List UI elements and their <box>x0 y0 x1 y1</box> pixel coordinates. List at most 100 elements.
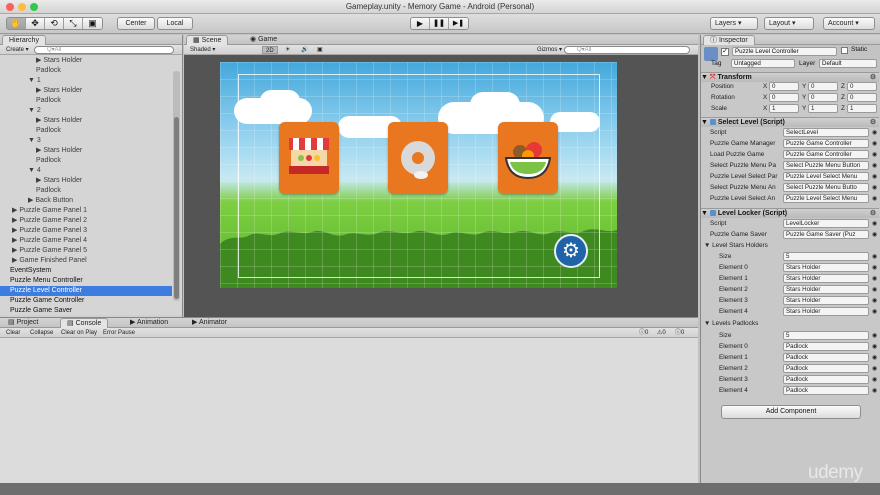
game-canvas[interactable]: ⚙ <box>220 62 617 288</box>
hierarchy-item[interactable]: ▶ Puzzle Game Panel 3 <box>0 226 172 236</box>
console-log-area[interactable] <box>0 338 698 483</box>
object-picker-icon[interactable]: ◉ <box>872 285 877 295</box>
shading-dropdown[interactable]: Shaded ▾ <box>187 46 257 54</box>
rect-icon[interactable]: ▣ <box>83 18 102 29</box>
object-picker-icon[interactable]: ◉ <box>872 150 877 160</box>
collapse-toggle[interactable]: Collapse <box>27 329 56 337</box>
object-picker-icon[interactable]: ◉ <box>872 307 877 317</box>
transform-rotation-y-field[interactable]: 0 <box>808 93 838 102</box>
object-reference-field[interactable]: Stars Holder <box>783 307 869 316</box>
object-picker-icon[interactable]: ◉ <box>872 263 877 273</box>
layers-dropdown[interactable]: Layers ▾ <box>710 17 758 30</box>
object-reference-field[interactable]: Stars Holder <box>783 263 869 272</box>
hierarchy-item[interactable]: ▶ Puzzle Game Panel 5 <box>0 246 172 256</box>
transform-rotation-z-field[interactable]: 0 <box>847 93 877 102</box>
tab-console[interactable]: ▤ Console <box>60 318 109 328</box>
level-locker-header[interactable]: ▼ Level Locker (Script) ⚙ <box>701 208 879 218</box>
object-reference-field[interactable]: Padlock <box>783 342 869 351</box>
object-reference-field[interactable]: LevelLocker <box>783 219 869 228</box>
clear-on-play-toggle[interactable]: Clear on Play <box>58 329 100 337</box>
object-picker-icon[interactable]: ◉ <box>872 375 877 385</box>
scale-icon[interactable]: ⤡ <box>64 18 83 29</box>
error-pause-toggle[interactable]: Error Pause <box>100 329 138 337</box>
message-count-toggle[interactable]: ⓘ0 <box>672 329 687 337</box>
hierarchy-item[interactable]: ▶ Puzzle Game Panel 2 <box>0 216 172 226</box>
object-picker-icon[interactable]: ◉ <box>872 342 877 352</box>
hand-icon[interactable]: ✋ <box>7 18 26 29</box>
object-picker-icon[interactable]: ◉ <box>872 386 877 396</box>
gear-icon[interactable]: ⚙ <box>869 119 877 127</box>
object-reference-field[interactable]: Stars Holder <box>783 296 869 305</box>
tab-animation[interactable]: ▶ Animation <box>124 318 174 328</box>
gear-icon[interactable]: ⚙ <box>869 210 877 218</box>
create-button[interactable]: Create ▾ <box>3 46 32 54</box>
hierarchy-item[interactable]: ▼ 2 <box>0 106 172 116</box>
move-icon[interactable]: ✥ <box>26 18 45 29</box>
object-reference-field[interactable]: Select Puzzle Menu Button <box>783 161 869 170</box>
object-picker-icon[interactable]: ◉ <box>872 274 877 284</box>
level-card-fruit-bowl[interactable] <box>498 122 558 194</box>
hierarchy-search-input[interactable]: Q▾All <box>34 46 174 54</box>
hierarchy-item[interactable]: ▶ Stars Holder <box>0 176 172 186</box>
layer-dropdown[interactable]: Default <box>819 59 877 68</box>
hierarchy-item[interactable]: Padlock <box>0 96 172 106</box>
transform-scale-x-field[interactable]: 1 <box>769 104 799 113</box>
tag-dropdown[interactable]: Untagged <box>731 59 795 68</box>
audio-icon[interactable]: 🔊 <box>298 46 311 54</box>
object-reference-field[interactable]: Puzzle Game Controller <box>783 150 869 159</box>
transform-position-x-field[interactable]: 0 <box>769 82 799 91</box>
play-icon[interactable]: ▶ <box>411 18 430 29</box>
transform-rotation-x-field[interactable]: 0 <box>769 93 799 102</box>
object-reference-field[interactable]: Stars Holder <box>783 274 869 283</box>
hierarchy-item[interactable]: ▶ Stars Holder <box>0 86 172 96</box>
hierarchy-item[interactable]: ▼ 4 <box>0 166 172 176</box>
object-picker-icon[interactable]: ◉ <box>872 183 877 193</box>
object-reference-field[interactable]: Padlock <box>783 386 869 395</box>
settings-button[interactable]: ⚙ <box>554 234 588 268</box>
hierarchy-item[interactable]: Puzzle Game Controller <box>0 296 172 306</box>
object-reference-field[interactable]: Select Puzzle Menu Butto <box>783 183 869 192</box>
scene-search-input[interactable]: Q▾All <box>564 46 690 54</box>
hierarchy-scrollbar-thumb[interactable] <box>174 117 179 299</box>
gizmos-dropdown[interactable]: Gizmos ▾ <box>534 46 565 54</box>
object-picker-icon[interactable]: ◉ <box>872 353 877 363</box>
hierarchy-item[interactable]: ▶ Stars Holder <box>0 146 172 156</box>
tab-inspector[interactable]: ⓘ Inspector <box>703 35 755 45</box>
object-picker-icon[interactable]: ◉ <box>872 296 877 306</box>
select-level-header[interactable]: ▼ Select Level (Script) ⚙ <box>701 117 879 127</box>
level-card-shop[interactable] <box>279 122 339 194</box>
hierarchy-item[interactable]: EventSystem <box>0 266 172 276</box>
pause-icon[interactable]: ❚❚ <box>430 18 449 29</box>
hierarchy-item[interactable]: ▼ 3 <box>0 136 172 146</box>
effects-icon[interactable]: ▣ <box>314 46 326 54</box>
object-reference-field[interactable]: 5 <box>783 252 869 261</box>
account-dropdown[interactable]: Account ▾ <box>823 17 875 30</box>
hierarchy-item[interactable]: Padlock <box>0 186 172 196</box>
object-picker-icon[interactable]: ◉ <box>872 161 877 171</box>
hierarchy-item[interactable]: ▶ Stars Holder <box>0 56 172 66</box>
object-reference-field[interactable]: Padlock <box>783 353 869 362</box>
add-component-button[interactable]: Add Component <box>721 405 861 419</box>
step-icon[interactable]: ▶❚ <box>449 18 468 29</box>
minimize-window-button[interactable] <box>18 3 26 11</box>
object-picker-icon[interactable]: ◉ <box>872 331 877 341</box>
object-picker-icon[interactable]: ◉ <box>872 252 877 262</box>
tab-scene[interactable]: ▦ Scene <box>186 35 229 45</box>
hierarchy-item[interactable]: Puzzle Menu Controller <box>0 276 172 286</box>
rotate-icon[interactable]: ⟲ <box>45 18 64 29</box>
static-checkbox[interactable] <box>841 47 848 54</box>
level-card-donut[interactable] <box>388 122 448 194</box>
lighting-icon[interactable]: ☀ <box>282 46 293 54</box>
transform-position-y-field[interactable]: 0 <box>808 82 838 91</box>
pivot-local-button[interactable]: Local <box>157 17 193 30</box>
pivot-center-button[interactable]: Center <box>117 17 155 30</box>
hierarchy-item[interactable]: Padlock <box>0 156 172 166</box>
object-picker-icon[interactable]: ◉ <box>872 219 877 229</box>
transform-position-z-field[interactable]: 0 <box>847 82 877 91</box>
object-reference-field[interactable]: Puzzle Game Controller <box>783 139 869 148</box>
object-picker-icon[interactable]: ◉ <box>872 230 877 240</box>
object-reference-field[interactable]: Padlock <box>783 364 869 373</box>
hierarchy-item[interactable]: ▶ Puzzle Game Panel 4 <box>0 236 172 246</box>
gear-icon[interactable]: ⚙ <box>869 74 877 82</box>
transform-scale-y-field[interactable]: 1 <box>808 104 838 113</box>
